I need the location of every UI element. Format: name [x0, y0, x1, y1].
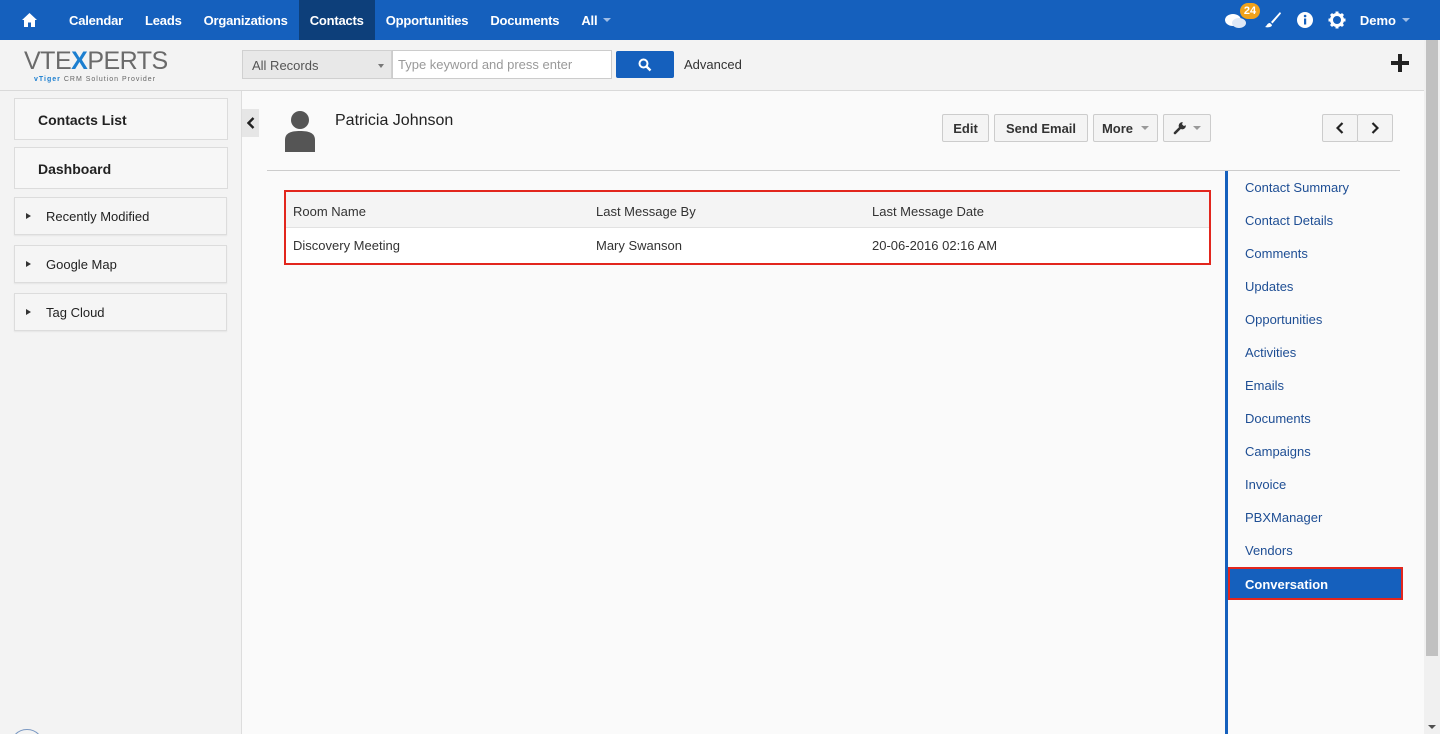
logo-tagline-vtiger: vTiger [34, 76, 61, 83]
chevron-right-icon [1371, 122, 1379, 134]
column-last-message-date[interactable]: Last Message Date [872, 204, 984, 219]
nav-documents[interactable]: Documents [479, 0, 570, 40]
column-room-name[interactable]: Room Name [293, 204, 366, 219]
last-message-by: Mary Swanson [596, 238, 682, 253]
related-conversation[interactable]: Conversation [1228, 567, 1403, 600]
contact-avatar [285, 111, 315, 152]
expand-triangle-icon [26, 309, 31, 315]
column-last-message-by[interactable]: Last Message By [596, 204, 696, 219]
chevron-down-icon [1402, 18, 1410, 22]
search-button[interactable] [616, 51, 674, 78]
notification-badge: 24 [1239, 3, 1261, 19]
dashboard-button[interactable]: Dashboard [14, 147, 228, 189]
previous-record-button[interactable] [1322, 114, 1358, 142]
related-updates[interactable]: Updates [1245, 279, 1293, 294]
related-pbxmanager[interactable]: PBXManager [1245, 510, 1322, 525]
nav-organizations[interactable]: Organizations [193, 0, 299, 40]
home-icon[interactable] [0, 0, 58, 40]
nav-contacts[interactable]: Contacts [298, 0, 375, 40]
header-actions: 24 Demo [1224, 0, 1410, 40]
related-list-panel: Contact Summary Contact Details Comments… [1225, 171, 1403, 734]
search-bar: VTEXPERTS vTiger CRM Solution Provider A… [0, 40, 1424, 91]
related-vendors[interactable]: Vendors [1245, 543, 1293, 558]
room-name-link[interactable]: Discovery Meeting [293, 238, 400, 253]
search-module-select[interactable]: All Records [242, 50, 392, 79]
settings-dropdown-button[interactable] [1163, 114, 1211, 142]
contacts-list-button[interactable]: Contacts List [14, 98, 228, 140]
user-menu[interactable]: Demo [1360, 13, 1410, 28]
search-input-wrapper [392, 50, 612, 79]
logo-tagline: CRM Solution Provider [60, 76, 157, 83]
widget-google-map[interactable]: Google Map [14, 245, 227, 283]
related-comments[interactable]: Comments [1245, 246, 1308, 261]
logo-text-rest: PERTS [87, 47, 168, 75]
related-opportunities[interactable]: Opportunities [1245, 312, 1322, 327]
widget-tag-cloud[interactable]: Tag Cloud [14, 293, 227, 331]
more-label: More [1101, 120, 1134, 136]
widget-label: Tag Cloud [46, 305, 105, 320]
logo-text-x: X [71, 47, 88, 75]
chevron-down-icon [378, 64, 384, 68]
nav-all-menu[interactable]: All [570, 0, 622, 40]
nav-calendar[interactable]: Calendar [58, 0, 134, 40]
next-record-button[interactable] [1357, 114, 1393, 142]
search-icon [638, 58, 652, 71]
conversation-table: Room Name Last Message By Last Message D… [284, 190, 1211, 265]
related-invoice[interactable]: Invoice [1245, 477, 1286, 492]
chevron-left-icon [1336, 122, 1344, 134]
last-message-date: 20-06-2016 02:16 AM [872, 238, 998, 253]
search-input[interactable] [398, 57, 606, 72]
related-contact-details[interactable]: Contact Details [1245, 213, 1333, 228]
widget-label: Google Map [46, 257, 117, 272]
chevron-down-icon [1141, 126, 1150, 130]
scrollbar-thumb[interactable] [1426, 40, 1438, 656]
logo-text: VTE [24, 47, 72, 75]
more-button[interactable]: More [1093, 114, 1158, 142]
info-icon[interactable] [1296, 11, 1314, 29]
widget-recently-modified[interactable]: Recently Modified [14, 197, 227, 235]
advanced-search-link[interactable]: Advanced [684, 57, 742, 72]
nav-opportunities[interactable]: Opportunities [375, 0, 480, 40]
widget-label: Recently Modified [46, 209, 150, 224]
edit-button[interactable]: Edit [942, 114, 989, 142]
nav-leads[interactable]: Leads [134, 0, 193, 40]
related-contact-summary[interactable]: Contact Summary [1245, 180, 1349, 195]
send-email-button[interactable]: Send Email [994, 114, 1088, 142]
chevron-down-icon [603, 18, 612, 22]
vtexperts-logo[interactable]: VTEXPERTS vTiger CRM Solution Provider [24, 47, 184, 87]
nav-all-label: All [581, 12, 598, 28]
related-activities[interactable]: Activities [1245, 345, 1296, 360]
search-module-value: All Records [252, 58, 319, 73]
plus-icon[interactable] [1388, 51, 1412, 75]
page-scrollbar[interactable] [1424, 40, 1440, 734]
gear-icon[interactable] [1328, 11, 1346, 29]
related-documents[interactable]: Documents [1245, 411, 1311, 426]
record-title: Patricia Johnson [335, 112, 454, 129]
related-campaigns[interactable]: Campaigns [1245, 444, 1311, 459]
table-header: Room Name Last Message By Last Message D… [286, 192, 1209, 228]
user-name: Demo [1359, 12, 1396, 28]
wrench-icon [1173, 122, 1186, 135]
chevron-down-icon [1193, 126, 1201, 130]
scroll-down-icon[interactable] [1428, 725, 1436, 729]
related-emails[interactable]: Emails [1245, 378, 1284, 393]
top-navigation: Calendar Leads Organizations Contacts Op… [0, 0, 1440, 40]
collapse-sidebar-button[interactable] [242, 109, 259, 137]
paintbrush-icon[interactable] [1264, 11, 1282, 29]
expand-triangle-icon [26, 261, 31, 267]
chevron-left-icon [246, 117, 254, 129]
expand-triangle-icon [26, 213, 31, 219]
notifications-button[interactable]: 24 [1224, 0, 1261, 40]
